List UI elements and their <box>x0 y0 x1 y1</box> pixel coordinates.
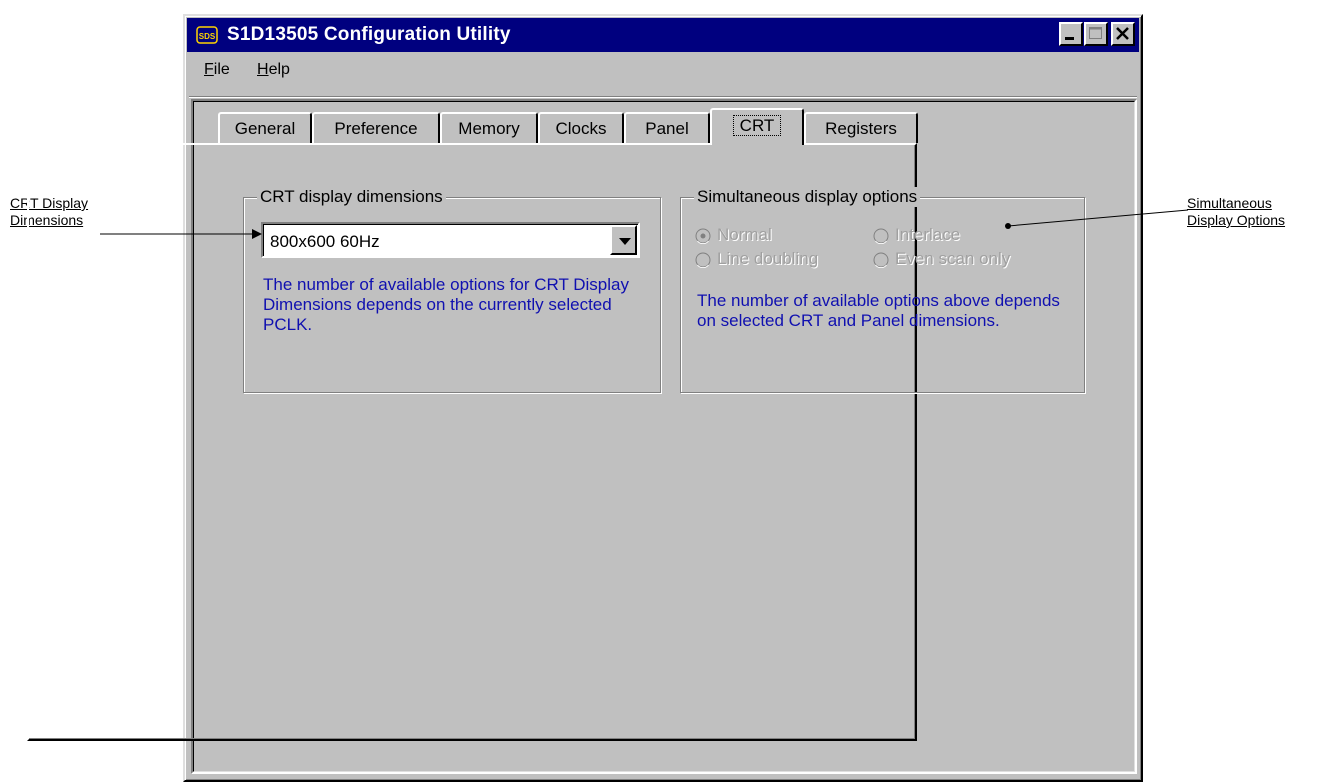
callout-simultaneous-display-options: Simultaneous Display Options <box>1187 195 1285 229</box>
crt-dimensions-select[interactable]: 800x600 60Hz <box>261 222 640 258</box>
radio-line-doubling[interactable]: Line doubling <box>695 249 818 269</box>
minimize-icon <box>1065 37 1074 40</box>
crt-dimensions-value: 800x600 60Hz <box>270 232 380 251</box>
close-icon <box>1116 27 1129 40</box>
close-button[interactable] <box>1111 22 1135 46</box>
radio-unchecked-icon <box>873 228 889 244</box>
radio-unchecked-icon <box>695 252 711 268</box>
tab-panel[interactable]: Panel <box>624 112 710 143</box>
svg-text:SDS: SDS <box>199 32 216 41</box>
callout-right-line2: Display Options <box>1187 212 1286 228</box>
tab-registers[interactable]: Registers <box>804 112 918 143</box>
tab-memory[interactable]: Memory <box>440 112 538 143</box>
crt-dimensions-group: CRT display dimensions 800x600 60Hz The … <box>243 187 661 393</box>
dropdown-button[interactable] <box>610 225 637 255</box>
maximize-icon <box>1089 27 1102 39</box>
menu-help[interactable]: Help <box>257 61 290 79</box>
chevron-down-icon <box>619 238 631 245</box>
simultaneous-options-legend: Simultaneous display options <box>694 187 921 207</box>
radio-normal[interactable]: Normal <box>695 225 772 245</box>
app-icon: SDS <box>196 26 218 44</box>
menu-bar: File Help <box>187 56 1139 86</box>
callout-right-line1: Simultaneous <box>1187 195 1272 211</box>
simultaneous-options-group: Simultaneous display options Normal Inte… <box>680 187 1085 393</box>
radio-even-scan-only[interactable]: Even scan only <box>873 249 1010 269</box>
tab-clocks[interactable]: Clocks <box>538 112 624 143</box>
minimize-button[interactable] <box>1059 22 1083 46</box>
title-bar[interactable]: SDS S1D13505 Configuration Utility <box>187 18 1139 52</box>
maximize-button[interactable] <box>1084 22 1108 46</box>
window-title: S1D13505 Configuration Utility <box>227 24 511 45</box>
crt-dimensions-legend: CRT display dimensions <box>257 187 446 207</box>
simultaneous-options-note: The number of available options above de… <box>697 291 1060 330</box>
radio-interlace[interactable]: Interlace <box>873 225 960 245</box>
crt-dimensions-note: The number of available options for CRT … <box>263 275 629 334</box>
radio-unchecked-icon <box>873 252 889 268</box>
menu-separator <box>189 96 1137 98</box>
tab-crt[interactable]: CRT <box>710 108 804 145</box>
menu-file[interactable]: File <box>204 61 230 79</box>
radio-checked-icon <box>695 228 711 244</box>
tab-crt-label: CRT <box>732 115 782 136</box>
tab-general[interactable]: General <box>218 112 312 143</box>
tab-preference[interactable]: Preference <box>312 112 440 143</box>
